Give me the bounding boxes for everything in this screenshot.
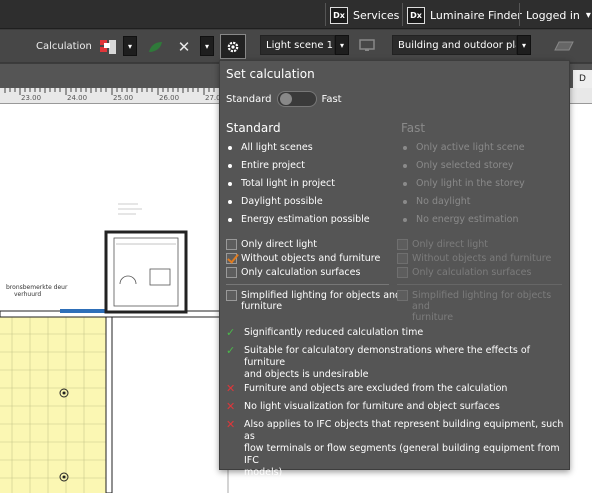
services-link[interactable]: Dx Services bbox=[330, 5, 399, 25]
toolbar: Calculation ▾ ✕ ▾ Light scene 1 ▾ Buildi… bbox=[0, 30, 592, 63]
simplified-lighting-checkbox[interactable]: Simplified lighting for objects and furni… bbox=[226, 290, 401, 312]
light-scene-settings-button[interactable] bbox=[356, 35, 378, 55]
ruler-label: 26.00 bbox=[159, 94, 180, 102]
only-calculation-surfaces-checkbox[interactable]: Only calculation surfaces bbox=[226, 267, 360, 278]
chevron-down-icon: ▾ bbox=[585, 9, 591, 21]
con-note: ✕ Furniture and objects are excluded fro… bbox=[226, 382, 508, 395]
login-label: Logged in bbox=[526, 8, 580, 22]
standard-item: All light scenes bbox=[228, 142, 313, 153]
standard-heading: Standard bbox=[226, 121, 281, 135]
toggle-label-fast: Fast bbox=[321, 93, 342, 105]
calculation-icon bbox=[100, 40, 116, 54]
panel-title: Set calculation bbox=[226, 67, 315, 81]
light-scene-select[interactable]: Light scene 1 bbox=[260, 35, 335, 55]
leaf-check-icon bbox=[149, 42, 162, 52]
horizontal-ruler: 23.00 24.00 25.00 26.00 27.0 bbox=[0, 88, 220, 104]
horizontal-ruler-right bbox=[569, 88, 592, 104]
login-menu[interactable]: Logged in ▾ bbox=[526, 5, 591, 25]
ruler-label: 27.0 bbox=[205, 94, 220, 102]
fast-item: Only active light scene bbox=[403, 142, 525, 153]
drawing-label: verhuurd bbox=[14, 291, 42, 298]
fast-only-direct-light-checkbox: Only direct light bbox=[397, 239, 488, 250]
luminaire-finder-label: Luminaire Finder bbox=[430, 8, 522, 22]
dx-logo-icon: Dx bbox=[330, 6, 348, 24]
room-area bbox=[0, 317, 108, 493]
con-note: ✕ No light visualization for furniture a… bbox=[226, 400, 500, 413]
standard-item: Daylight possible bbox=[228, 196, 323, 207]
pro-note: ✓ Significantly reduced calculation time bbox=[226, 326, 424, 339]
view-tab-button[interactable]: D bbox=[573, 70, 592, 88]
without-objects-furniture-checkbox[interactable]: Without objects and furniture bbox=[226, 253, 380, 264]
checkbox-box bbox=[226, 267, 237, 278]
fast-without-objects-checkbox: Without objects and furniture bbox=[397, 253, 551, 264]
view-select[interactable]: Building and outdoor pla... bbox=[392, 35, 517, 55]
ruler-label: 25.00 bbox=[113, 94, 134, 102]
gear-icon bbox=[227, 41, 239, 52]
light-scene-value: Light scene 1 bbox=[266, 39, 334, 51]
services-label: Services bbox=[353, 8, 400, 22]
cross-icon: ✕ bbox=[226, 418, 236, 431]
standard-item: Total light in project bbox=[228, 178, 335, 189]
chevron-down-icon: ▾ bbox=[204, 41, 209, 51]
set-calculation-panel: Set calculation Standard Fast Standard F… bbox=[219, 60, 570, 478]
fast-item: Only selected storey bbox=[403, 160, 514, 171]
checkbox-box bbox=[226, 239, 237, 250]
calculation-mode-toggle[interactable] bbox=[276, 91, 317, 107]
delete-dropdown-button[interactable]: ▾ bbox=[200, 36, 214, 56]
calculation-dropdown-button[interactable]: ▾ bbox=[123, 36, 137, 56]
confirm-results-button[interactable] bbox=[145, 38, 165, 56]
top-bar-separator bbox=[402, 3, 403, 26]
delete-results-button[interactable]: ✕ bbox=[174, 37, 194, 57]
drawing-label: bronsbemerkte deur bbox=[6, 284, 68, 291]
view-value: Building and outdoor pla... bbox=[398, 39, 516, 51]
toggle-knob bbox=[279, 93, 292, 105]
monitor-icon bbox=[359, 38, 375, 51]
chevron-down-icon: ▾ bbox=[339, 40, 344, 50]
pro-note: ✓ Suitable for calculatory demonstration… bbox=[226, 344, 530, 380]
top-bar-separator bbox=[325, 3, 326, 26]
divider bbox=[397, 284, 562, 285]
standard-item: Energy estimation possible bbox=[228, 214, 370, 225]
toggle-label-standard: Standard bbox=[226, 93, 272, 105]
top-bar-separator bbox=[519, 3, 520, 26]
standard-item: Entire project bbox=[228, 160, 305, 171]
view-dropdown-button[interactable]: ▾ bbox=[517, 35, 531, 55]
divider bbox=[226, 284, 389, 285]
fast-only-calculation-surfaces-checkbox: Only calculation surfaces bbox=[397, 267, 531, 278]
light-scene-dropdown-button[interactable]: ▾ bbox=[335, 35, 349, 55]
ruler-label: 23.00 bbox=[21, 94, 42, 102]
start-calculation-button[interactable] bbox=[95, 36, 121, 58]
chevron-down-icon: ▾ bbox=[127, 41, 132, 51]
con-note: ✕ Also applies to IFC objects that repre… bbox=[226, 418, 564, 478]
calculation-mode-switch-row: Standard Fast bbox=[226, 91, 342, 107]
calculation-settings-button[interactable] bbox=[220, 34, 246, 59]
only-direct-light-checkbox[interactable]: Only direct light bbox=[226, 239, 317, 250]
fast-item: No energy estimation bbox=[403, 214, 519, 225]
fast-item: No daylight bbox=[403, 196, 470, 207]
cross-icon: ✕ bbox=[226, 382, 236, 395]
ruler-label: 24.00 bbox=[67, 94, 88, 102]
top-bar: Dx Services Dx Luminaire Finder Logged i… bbox=[0, 0, 592, 29]
check-icon: ✓ bbox=[226, 344, 236, 357]
calculation-label: Calculation bbox=[36, 41, 92, 52]
check-icon: ✓ bbox=[226, 326, 236, 339]
cross-icon: ✕ bbox=[226, 400, 236, 413]
plan-view-icon bbox=[554, 41, 574, 51]
checkbox-box bbox=[226, 290, 237, 301]
fast-item: Only light in the storey bbox=[403, 178, 525, 189]
close-icon: ✕ bbox=[177, 38, 191, 56]
checkbox-box-checked bbox=[226, 253, 237, 264]
luminaire-finder-link[interactable]: Dx Luminaire Finder bbox=[407, 5, 522, 25]
plan-view-button[interactable] bbox=[552, 38, 576, 54]
chevron-down-icon: ▾ bbox=[521, 40, 526, 50]
fast-heading: Fast bbox=[401, 121, 426, 135]
fast-simplified-lighting-checkbox: Simplified lighting for objects and furni… bbox=[397, 290, 569, 323]
dx-logo-icon: Dx bbox=[407, 6, 425, 24]
